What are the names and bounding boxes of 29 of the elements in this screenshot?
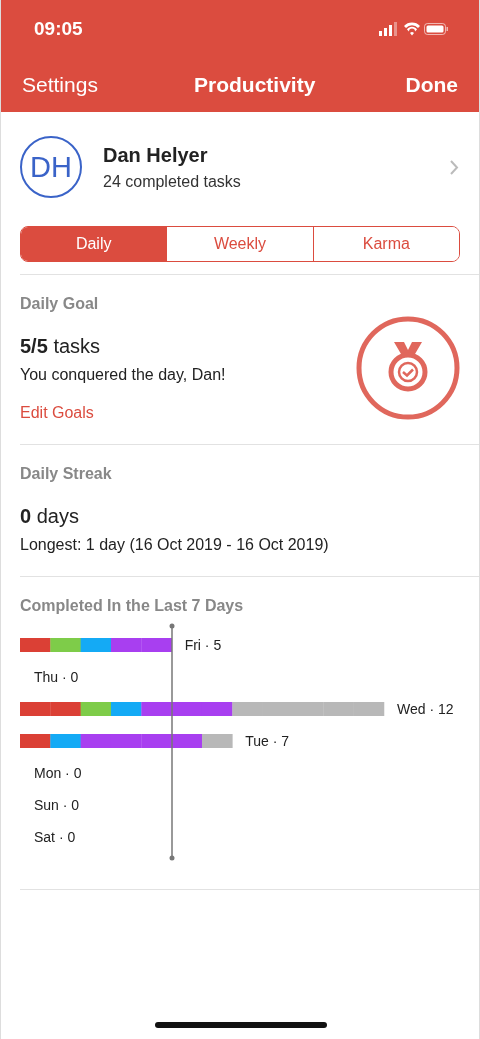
section-heading: Completed In the Last 7 Days <box>20 597 245 615</box>
nav-title: Productivity <box>194 73 316 97</box>
goal-count: 5/5 tasks <box>20 335 102 358</box>
day-label: Sat · 0 <box>34 829 76 845</box>
day-label: Fri · 5 <box>184 637 222 653</box>
section-heading: Daily Streak <box>20 465 113 483</box>
streak-count: 0 days <box>20 505 80 528</box>
goal-message: You conquered the day, Dan! <box>20 366 226 384</box>
profile-name: Dan Helyer <box>103 143 209 167</box>
done-button[interactable]: Done <box>405 73 458 97</box>
edit-goals-link[interactable]: Edit Goals <box>20 404 226 422</box>
medal-icon <box>356 315 460 420</box>
status-time: 09:05 <box>34 18 83 40</box>
profile-subtitle: 24 completed tasks <box>103 172 242 191</box>
day-label: Wed · 12 <box>396 701 454 717</box>
streak-longest: Longest: 1 day (16 Oct 2019 - 16 Oct 2019) <box>20 536 330 554</box>
section-heading: Daily Goal <box>20 295 100 313</box>
day-label: Tue · 7 <box>245 733 290 749</box>
signal-icon <box>379 22 397 36</box>
tab[interactable]: Daily <box>21 227 167 261</box>
tab[interactable]: Karma <box>312 227 459 261</box>
avatar: DH <box>20 136 82 198</box>
day-label: Mon · 0 <box>34 765 82 781</box>
battery-icon <box>424 23 448 35</box>
chevron-right-icon <box>449 158 459 176</box>
wifi-icon <box>404 22 420 36</box>
settings-button[interactable]: Settings <box>22 73 98 97</box>
day-label: Sun · 0 <box>34 797 80 813</box>
day-label: Thu · 0 <box>34 669 79 685</box>
